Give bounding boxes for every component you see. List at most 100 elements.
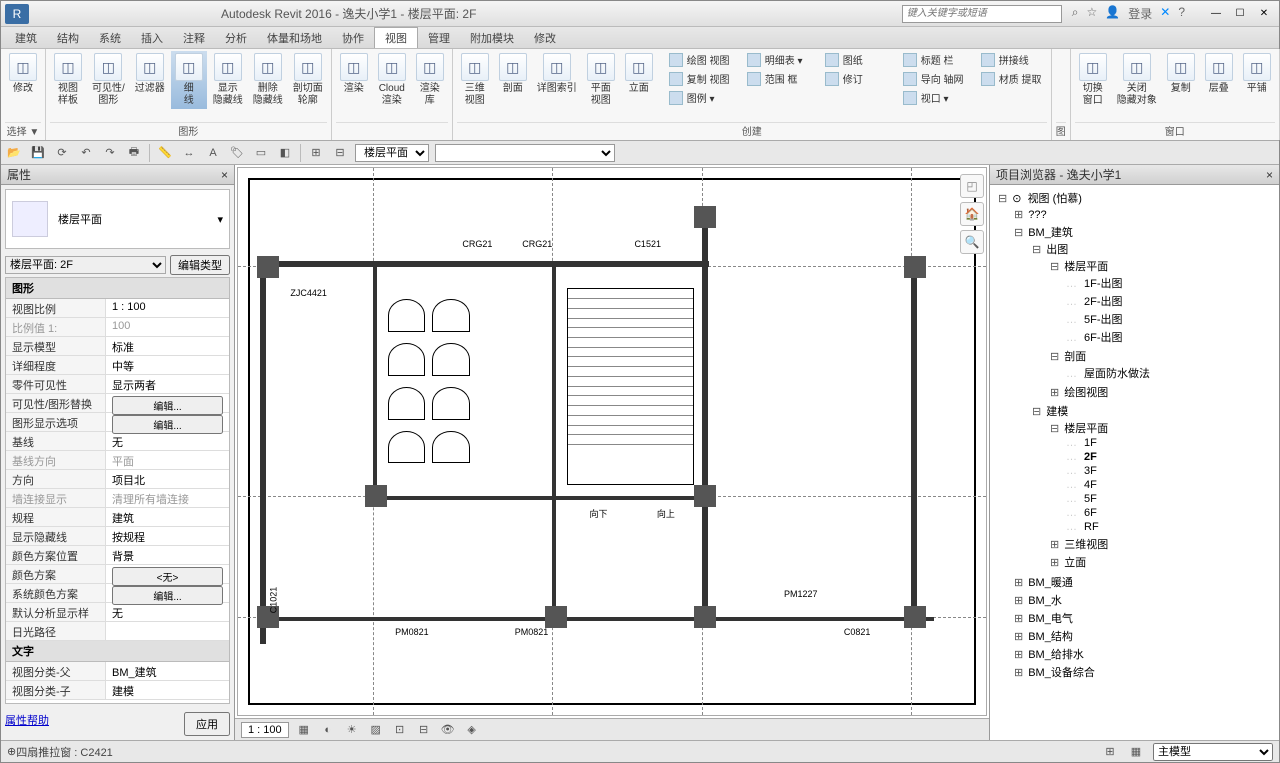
ribbon-btn-渲染[interactable]: ◫渲染 [336,51,372,97]
prop-value[interactable]: <无> [106,565,229,583]
prop-value[interactable]: 1 : 100 [106,299,229,317]
tree-node-楼层平面[interactable]: ⊟楼层平面 [1048,420,1269,436]
tree-node-剖面[interactable]: ⊟剖面 [1048,348,1269,364]
ribbon-btn-剖面[interactable]: ◫剖面 [495,51,531,97]
ribbon-btn-详图索引[interactable]: ◫详图索引 [533,51,581,97]
tree-node-BM_水[interactable]: ⊞BM_水 [1012,592,1273,608]
menu-管理[interactable]: 管理 [418,28,460,48]
ribbon-mini-复制视图[interactable]: 复制 视图 [665,70,735,87]
maximize-button[interactable]: ☐ [1229,5,1251,23]
exchange-icon[interactable]: ✕ [1160,5,1170,22]
ribbon-mini-标题栏[interactable]: 标题 栏 [899,51,969,68]
ribbon-mini-视口▾[interactable]: 视口 ▾ [899,89,969,106]
search-icon[interactable]: ⌕ [1072,5,1079,22]
qa-save-icon[interactable]: 💾 [29,144,47,162]
prop-value[interactable]: 编辑... [106,413,229,431]
tree-node-BM_给排水[interactable]: ⊞BM_给排水 [1012,646,1273,662]
view-combo[interactable] [435,144,615,162]
qa-text-icon[interactable]: A [204,144,222,162]
ribbon-mini-范围框[interactable]: 范围 框 [743,70,813,87]
qa-align-icon[interactable]: ↔ [180,144,198,162]
prop-value[interactable]: 无 [106,603,229,621]
qa-undo-icon[interactable]: ↶ [77,144,95,162]
prop-value[interactable]: 标准 [106,337,229,355]
ribbon-btn-过滤器[interactable]: ◫过滤器 [131,51,169,97]
tree-node-BM_建筑[interactable]: ⊟BM_建筑 [1012,224,1273,240]
edit-type-button[interactable]: 编辑类型 [170,255,230,275]
instance-combo[interactable]: 楼层平面: 2F [5,256,166,274]
ribbon-btn-平铺[interactable]: ◫平铺 [1239,51,1275,97]
tree-node-三维视图[interactable]: ⊞三维视图 [1048,536,1269,552]
drawing-canvas[interactable]: CRG21 CRG21 C1521 ZJC4421 向下 向上 PM0821 P… [237,167,987,716]
prop-value[interactable]: BM_建筑 [106,662,229,680]
tree-node-BM_设备综合[interactable]: ⊞BM_设备综合 [1012,664,1273,680]
reveal-icon[interactable]: ◈ [463,721,481,739]
qa-highlight-icon[interactable]: ▭ [252,144,270,162]
tree-node-绘图视图[interactable]: ⊞绘图视图 [1048,384,1269,400]
menu-分析[interactable]: 分析 [215,28,257,48]
prop-value[interactable]: 编辑... [106,394,229,412]
tree-node-出图[interactable]: ⊟出图 [1030,241,1271,257]
ribbon-mini-拼接线[interactable]: 拼接线 [977,51,1047,68]
tree-node-屋面防水做法[interactable]: …屋面防水做法 [1066,365,1267,381]
ribbon-mini-明细表▾[interactable]: 明细表 ▾ [743,51,813,68]
tree-node-BM_暖通[interactable]: ⊞BM_暖通 [1012,574,1273,590]
tree-node-2F-出图[interactable]: …2F-出图 [1066,293,1267,309]
ribbon-mini-绘图视图[interactable]: 绘图 视图 [665,51,735,68]
browser-close-icon[interactable]: × [1266,168,1273,182]
tree-node-立面[interactable]: ⊞立面 [1048,554,1269,570]
nav-zoom-icon[interactable]: 🔍 [960,230,984,254]
ribbon-btn-视图样板[interactable]: ◫视图 样板 [50,51,86,109]
shadows-icon[interactable]: ▨ [367,721,385,739]
sun-path-icon[interactable]: ☀ [343,721,361,739]
tree-node-6F-出图[interactable]: …6F-出图 [1066,329,1267,345]
tree-node-4F[interactable]: …4F [1066,479,1267,491]
minimize-button[interactable]: — [1205,5,1227,23]
properties-close-icon[interactable]: × [221,168,228,182]
tree-node-2F[interactable]: …2F [1066,451,1267,463]
nav-home-icon[interactable]: 🏠 [960,202,984,226]
detail-level-icon[interactable]: ▦ [295,721,313,739]
type-selector[interactable]: 楼层平面 ▾ [5,189,230,249]
tree-node-建模[interactable]: ⊟建模 [1030,403,1271,419]
qa-tag-icon[interactable]: 🏷 [228,144,246,162]
prop-group-图形[interactable]: 图形 [6,278,229,299]
ribbon-btn-切换窗口[interactable]: ◫切换 窗口 [1075,51,1111,109]
help-icon[interactable]: ? [1178,5,1185,22]
ribbon-btn-渲染库[interactable]: ◫渲染 库 [412,51,448,109]
app-logo[interactable]: R [5,4,29,24]
qa-sync-icon[interactable]: ⟳ [53,144,71,162]
prop-value[interactable]: 背景 [106,546,229,564]
ribbon-mini-图纸[interactable]: 图纸 [821,51,891,68]
ribbon-mini-材质提取[interactable]: 材质 提取 [977,70,1047,87]
scale-display[interactable]: 1 : 100 [241,722,289,738]
prop-value[interactable]: 显示两者 [106,375,229,393]
menu-视图[interactable]: 视图 [374,27,418,48]
ribbon-mini-修订[interactable]: 修订 [821,70,891,87]
tree-node-5F-出图[interactable]: …5F-出图 [1066,311,1267,327]
menu-系统[interactable]: 系统 [89,28,131,48]
qa-close-icon[interactable]: ⊟ [331,144,349,162]
qa-window-icon[interactable]: ⊞ [307,144,325,162]
ribbon-btn-层叠[interactable]: ◫层叠 [1201,51,1237,97]
crop-icon[interactable]: ⊡ [391,721,409,739]
login-link[interactable]: 登录 [1128,5,1152,22]
prop-value[interactable]: 项目北 [106,470,229,488]
hide-icon[interactable]: 👁 [439,721,457,739]
prop-value[interactable]: 编辑... [106,584,229,602]
prop-value[interactable]: 中等 [106,356,229,374]
status-icon-2[interactable]: ▦ [1127,743,1145,761]
qa-redo-icon[interactable]: ↷ [101,144,119,162]
property-grid[interactable]: 图形视图比例1 : 100比例值 1:100显示模型标准详细程度中等零件可见性显… [5,277,230,704]
tree-node-6F[interactable]: …6F [1066,507,1267,519]
menu-协作[interactable]: 协作 [332,28,374,48]
prop-group-文字[interactable]: 文字 [6,641,229,662]
ribbon-btn-关闭隐藏对象[interactable]: ◫关闭 隐藏对象 [1113,51,1161,109]
ribbon-btn-平面视图[interactable]: ◫平面 视图 [583,51,619,109]
qa-print-icon[interactable]: 🖶 [125,144,143,162]
prop-value[interactable] [106,622,229,640]
prop-value[interactable]: 按规程 [106,527,229,545]
menu-结构[interactable]: 结构 [47,28,89,48]
ribbon-btn-显示隐藏线[interactable]: ◫显示 隐藏线 [209,51,247,109]
star-icon[interactable]: ☆ [1087,5,1098,22]
